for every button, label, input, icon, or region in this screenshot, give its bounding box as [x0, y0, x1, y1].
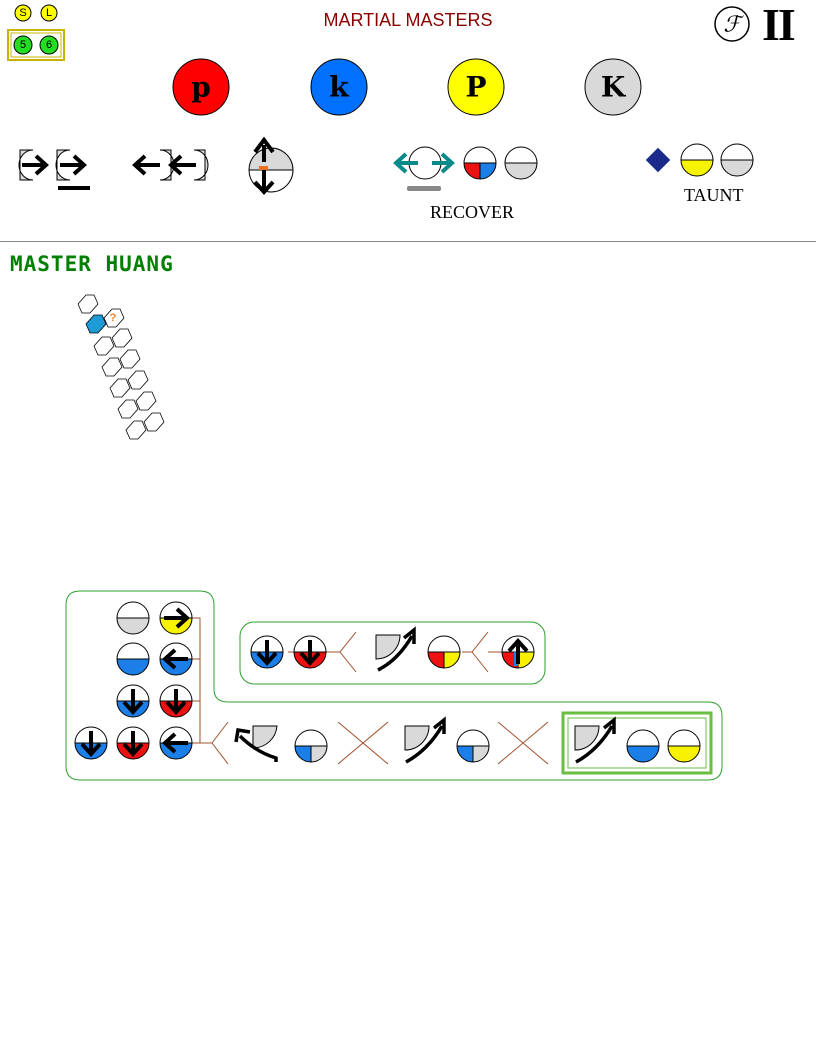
arc-up-right-icon — [375, 626, 416, 672]
character-select-grid: ? — [77, 294, 165, 440]
attack-button-p: p — [172, 58, 230, 116]
select-cell-right-2 — [119, 349, 141, 369]
select-cell-left-3 — [101, 357, 123, 377]
badge-6: 6 — [46, 39, 52, 51]
combo-motion-icons — [234, 626, 616, 764]
route-kK-icon-2 — [456, 729, 490, 763]
badge-5: 5 — [20, 39, 26, 51]
badge-s: S — [19, 7, 26, 19]
attack-button-K: K — [584, 58, 642, 116]
combo-forward-p-icon — [159, 601, 193, 635]
select-cell-right-1 — [111, 328, 133, 348]
taunt-input-k-icon — [720, 143, 754, 177]
combo-inputs — [74, 601, 701, 763]
combo-down-k-icon-2 — [74, 726, 108, 760]
attack-button-k: k — [310, 58, 368, 116]
combo-k-icon-2 — [116, 642, 150, 676]
combo-back-k-icon-2 — [159, 726, 193, 760]
select-cell-right-5 — [143, 412, 165, 432]
select-cell-left-4 — [109, 378, 131, 398]
combo-down-p-icon-2 — [116, 726, 150, 760]
movement-legend — [18, 136, 754, 195]
branch-up-pP-icon — [501, 635, 535, 669]
taunt-icon — [645, 147, 671, 173]
attack-buttons: pkPK — [172, 58, 642, 116]
selected-character-marker: ? — [110, 312, 117, 324]
arc-up-right-icon-2 — [404, 716, 446, 764]
svg-text:k: k — [329, 71, 349, 104]
arc-up-right-icon-3 — [574, 716, 616, 764]
attack-button-P: P — [447, 58, 505, 116]
version-badges: S L 5 6 — [7, 4, 65, 61]
dash-back-icon — [132, 149, 209, 181]
branch-down-k-icon — [250, 635, 284, 669]
select-cell-right-3 — [127, 370, 149, 390]
move-diagram: S L 5 6 ℱ p k P K ? — [0, 4, 816, 781]
select-cell-left-2 — [93, 336, 115, 356]
recover-input-k-icon — [504, 146, 538, 180]
badge-l: L — [46, 7, 52, 19]
arc-down-left-icon — [234, 725, 278, 762]
combo-down-k-icon — [116, 684, 150, 718]
combo-down-p-icon — [159, 684, 193, 718]
taunt-input-p-icon — [680, 143, 714, 177]
dash-forward-icon — [18, 149, 90, 190]
finisher-p-icon — [667, 729, 701, 763]
select-cell-right-4 — [135, 391, 157, 411]
combo-k-icon — [116, 601, 150, 635]
recover-input-pk-icon — [463, 146, 497, 180]
select-cell-left-6 — [125, 420, 147, 440]
f-logo-icon: ℱ — [714, 6, 750, 42]
select-cell-left-1 — [85, 314, 107, 334]
combo-back-k-icon — [159, 642, 193, 676]
select-cell-left-5 — [117, 399, 139, 419]
branch-down-p-icon — [293, 635, 327, 669]
finisher-k-icon — [626, 729, 660, 763]
svg-text:p: p — [191, 71, 211, 104]
svg-text:P: P — [465, 71, 486, 104]
up-down-icon — [248, 136, 294, 195]
recover-icon — [393, 146, 455, 191]
select-cell-left-0 — [77, 294, 99, 314]
branch-pP-icon — [427, 635, 461, 669]
route-kK-icon — [294, 729, 328, 763]
svg-text:K: K — [601, 71, 627, 104]
